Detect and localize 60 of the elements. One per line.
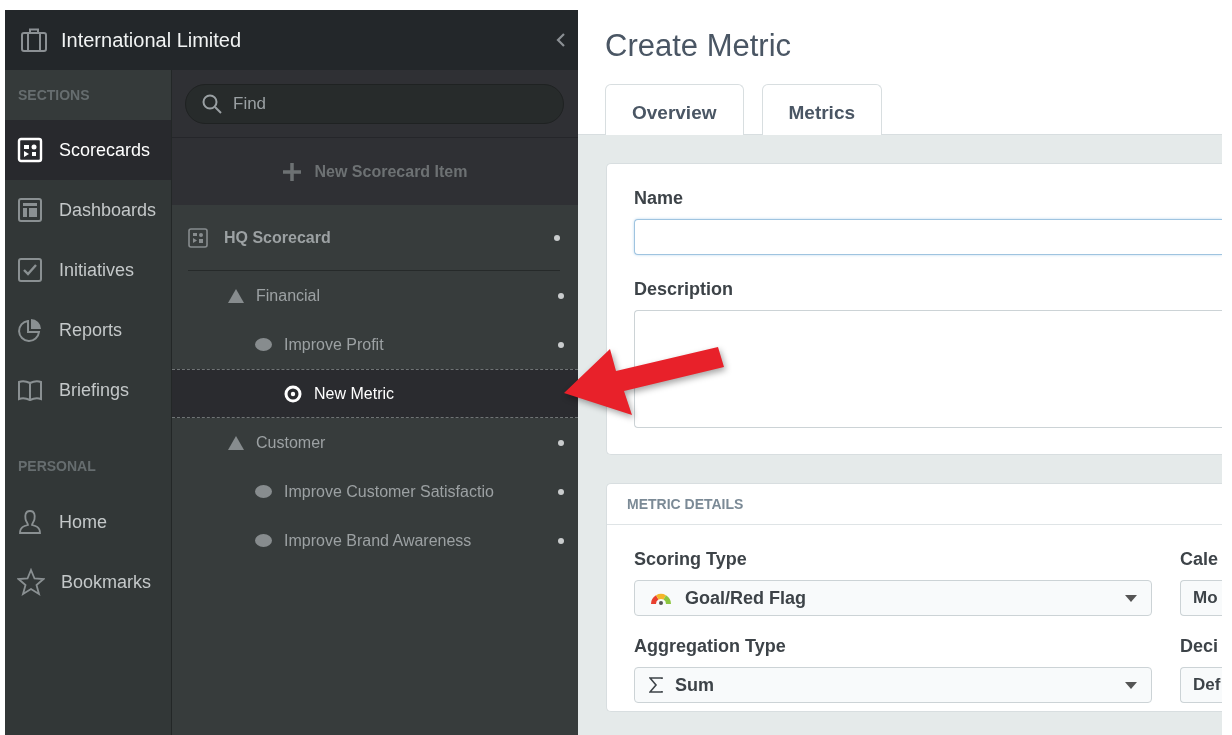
- ellipse-icon: [255, 485, 272, 498]
- nav-item[interactable]: Briefings: [5, 360, 171, 420]
- menu-dot-icon[interactable]: [558, 341, 564, 348]
- page-title: Create Metric: [605, 28, 793, 64]
- organization-name: International Limited: [61, 28, 243, 52]
- triangle-icon: [228, 288, 244, 303]
- tab[interactable]: Metrics: [761, 84, 883, 135]
- briefcase-icon: [21, 28, 47, 52]
- menu-dot-icon[interactable]: [554, 234, 560, 241]
- nav-item[interactable]: Initiatives: [5, 240, 171, 300]
- book-icon: [17, 377, 43, 403]
- menu-dot-icon[interactable]: [558, 439, 564, 446]
- name-field[interactable]: [634, 219, 1222, 255]
- search-field[interactable]: Find: [185, 83, 564, 124]
- field-label: Scoring Type: [634, 549, 748, 570]
- nav-item[interactable]: Home: [5, 492, 171, 552]
- menu-dot-icon[interactable]: [558, 537, 564, 544]
- menu-dot-icon[interactable]: [558, 292, 564, 299]
- collapse-icon[interactable]: [556, 33, 566, 47]
- dropdown[interactable]: Def: [1180, 667, 1222, 703]
- dropdown[interactable]: Mo: [1180, 580, 1222, 616]
- scorecard-icon: [17, 137, 43, 163]
- tree-item[interactable]: New Metric: [172, 369, 578, 418]
- scorecard-icon: [188, 227, 208, 248]
- description-field[interactable]: [634, 310, 1222, 428]
- field-label: Description: [634, 279, 735, 300]
- triangle-icon: [228, 435, 244, 450]
- gauge-icon: [649, 591, 673, 605]
- field-label: Aggregation Type: [634, 636, 787, 657]
- tree-item[interactable]: Improve Customer Satisfactio: [172, 467, 578, 516]
- tree-item[interactable]: HQ Scorecard: [188, 205, 560, 271]
- caret-icon: [1125, 594, 1137, 602]
- star-icon: [17, 568, 45, 596]
- dropdown[interactable]: Goal/Red Flag: [634, 580, 1152, 616]
- nav-item[interactable]: Scorecards: [5, 120, 171, 180]
- tree-item[interactable]: Customer: [172, 418, 578, 467]
- plus-icon: [282, 162, 301, 181]
- ellipse-icon: [255, 534, 272, 547]
- tab[interactable]: Overview: [605, 84, 744, 135]
- section-heading: METRIC DETAILS: [607, 484, 1222, 525]
- ellipse-icon: [255, 338, 272, 351]
- field-label: Cale: [1180, 549, 1220, 570]
- nav-item[interactable]: Reports: [5, 300, 171, 360]
- sigma-icon: [649, 677, 663, 693]
- dashboard-icon: [17, 197, 43, 223]
- field-label: Deci: [1180, 636, 1220, 657]
- tree-item[interactable]: Financial: [172, 271, 578, 320]
- menu-dot-icon[interactable]: [558, 488, 564, 495]
- field-label: Name: [634, 188, 685, 209]
- nav-item[interactable]: Bookmarks: [5, 552, 171, 612]
- tree-item[interactable]: Improve Profit: [172, 320, 578, 369]
- nav-item[interactable]: Dashboards: [5, 180, 171, 240]
- target-icon: [284, 384, 302, 403]
- caret-icon: [1125, 681, 1137, 689]
- person-icon: [17, 509, 43, 535]
- dropdown[interactable]: Sum: [634, 667, 1152, 703]
- tree-item[interactable]: Improve Brand Awareness: [172, 516, 578, 565]
- checkbox-icon: [17, 257, 43, 283]
- section-heading: PERSONAL: [17, 457, 97, 476]
- pie-chart-icon: [17, 317, 43, 343]
